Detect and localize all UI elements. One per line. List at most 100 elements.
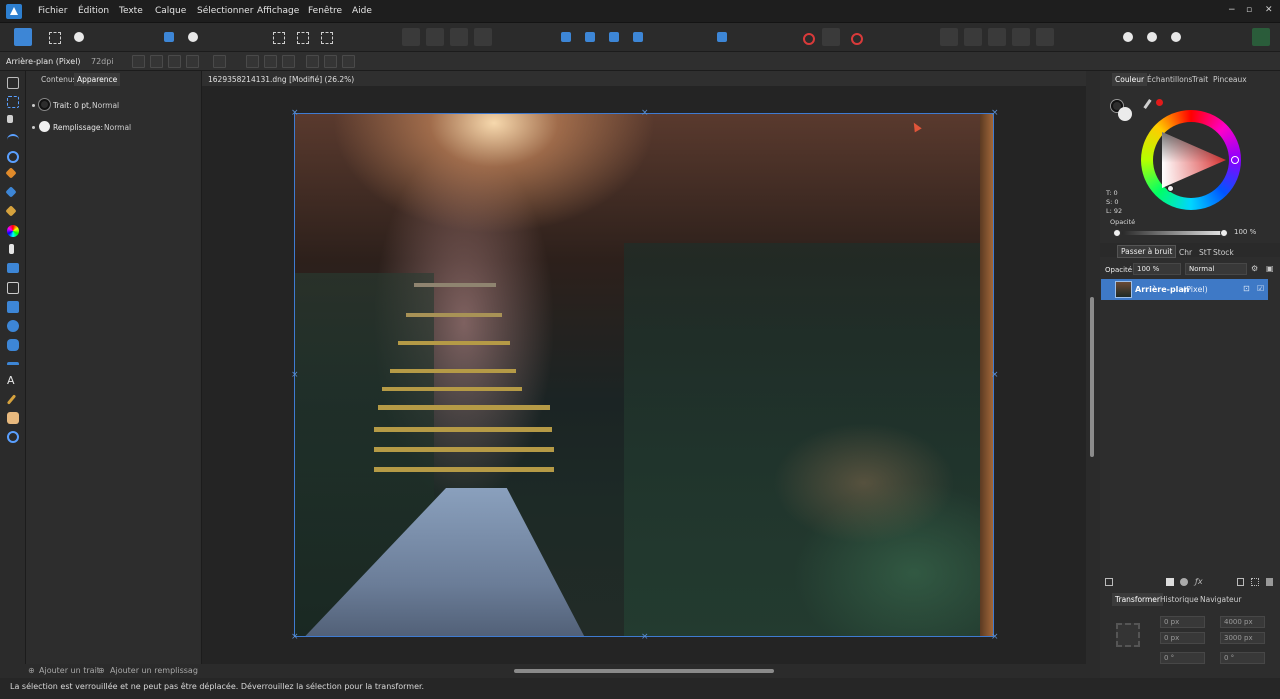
menu-selectionner[interactable]: Sélectionner [197,6,253,16]
handle-top-left[interactable]: × [291,109,299,118]
flip-tool-icon[interactable] [7,362,19,366]
add-fill-icon[interactable]: ⊕ [98,666,105,675]
width-field[interactable]: 4000 px [1220,616,1265,628]
move-tool-icon[interactable] [7,77,19,89]
lock-icon[interactable]: ▣ [1266,264,1274,273]
group-icon[interactable] [1251,578,1259,586]
vertical-scroll-thumb[interactable] [1090,297,1094,457]
shear-field[interactable]: 0 ° [1220,652,1265,664]
select-all-icon[interactable] [269,28,287,46]
snap-icon[interactable] [213,55,226,68]
close-button[interactable]: ✕ [1265,5,1273,15]
marquee-tool-icon[interactable] [7,96,19,108]
menu-fenetre[interactable]: Fenêtre [308,6,342,16]
handle-bottom-left[interactable]: × [291,633,299,642]
adjustment-icon[interactable] [1180,578,1188,586]
crop-tool-icon[interactable] [7,282,19,294]
y-field[interactable]: 0 px [1160,632,1205,644]
photo-persona-icon[interactable] [14,28,32,46]
rectangle-tool-icon[interactable] [7,301,19,313]
align-top-icon[interactable] [306,55,319,68]
tab-transformer[interactable]: Transformer [1112,593,1164,606]
flip-vertical-icon[interactable] [581,28,599,46]
snapping-icon[interactable] [184,28,202,46]
align-right-icon[interactable] [282,55,295,68]
tab-historique[interactable]: Historique [1157,593,1201,606]
menu-affichage[interactable]: Affichage [257,6,299,16]
picked-color-icon[interactable] [1156,99,1163,106]
opacity-slider[interactable] [1122,231,1226,235]
tab-chr[interactable]: Chr [1176,246,1195,259]
zoom-tool-icon[interactable] [7,431,19,443]
height-field[interactable]: 3000 px [1220,632,1265,644]
tab-trait[interactable]: Trait [1189,73,1211,86]
rotate-left-icon[interactable] [605,28,623,46]
handle-top-right[interactable]: × [991,109,999,118]
transform-origin-icon[interactable] [132,55,145,68]
arrange-2-icon[interactable] [964,28,982,46]
stroke-mode[interactable]: Normal [92,101,119,110]
smudge-icon[interactable] [5,205,17,217]
text-tool-icon[interactable]: A [7,375,19,387]
menu-fichier[interactable]: Fichier [38,6,67,16]
hand-tool-icon[interactable] [7,412,19,424]
document-tab[interactable]: 1629358214131.dng [Modifié] (26.2%) [202,71,1086,86]
tab-stock[interactable]: Stock [1210,246,1237,259]
refine-icon[interactable] [1143,28,1161,46]
maximize-button[interactable]: ▫ [1246,5,1252,15]
gear-icon[interactable]: ⚙ [1251,264,1258,273]
blend-mode-select[interactable]: Normal [1185,263,1247,275]
handle-bottom-center[interactable]: × [641,633,649,642]
brush-icon[interactable] [5,186,17,198]
mask-layer-icon[interactable] [1166,578,1174,586]
selection-brush-icon[interactable] [7,151,19,163]
handle-middle-left[interactable]: × [291,371,299,380]
toolbar-disabled-1-icon[interactable] [402,28,420,46]
handle-bottom-right[interactable]: × [991,633,999,642]
x-field[interactable]: 0 px [1160,616,1205,628]
paint-brush-icon[interactable] [5,167,17,179]
opacity-slider-knob[interactable] [1220,229,1228,237]
layer-name[interactable]: Arrière-plan [1135,285,1190,294]
menu-calque[interactable]: Calque [155,6,186,16]
view-mode-icon[interactable] [1167,28,1185,46]
dodge-icon[interactable] [9,244,14,254]
pen-tool-icon[interactable] [7,134,19,146]
opacity-value[interactable]: 100 % [1234,228,1256,236]
layers-stack-icon[interactable] [1105,578,1113,586]
add-stroke-button[interactable]: Ajouter un trait [39,666,100,675]
opacity-slider-start[interactable] [1113,229,1121,237]
deselect-icon[interactable] [293,28,311,46]
new-layer-icon[interactable] [1237,578,1244,586]
gradient-icon[interactable] [7,263,19,273]
align-icon[interactable] [713,28,731,46]
quick-mask-icon[interactable] [1119,28,1137,46]
add-stroke-icon[interactable]: ⊕ [28,666,35,675]
rounded-rect-tool-icon[interactable] [7,339,19,351]
handle-middle-right[interactable]: × [991,371,999,380]
ellipse-tool-icon[interactable] [7,320,19,332]
align-middle-icon[interactable] [324,55,337,68]
arrange-1-icon[interactable] [940,28,958,46]
hue-selector-icon[interactable] [1231,156,1239,164]
assistant-icon[interactable] [160,28,178,46]
fill-color-icon[interactable] [1118,107,1132,121]
handle-top-center[interactable]: × [641,109,649,118]
rotate-right-icon[interactable] [629,28,647,46]
fill-swatch-icon[interactable] [39,121,50,132]
layer-lock-icon[interactable]: ⊡ [1243,284,1250,293]
toolbar-disabled-2-icon[interactable] [426,28,444,46]
fx-icon[interactable]: ƒx [1195,577,1203,586]
horizontal-scroll-thumb[interactable] [514,669,774,673]
affinity-photo-logo[interactable] [6,4,22,19]
grid-icon[interactable] [798,28,816,46]
color-picker-icon[interactable] [7,225,19,237]
mask-icon[interactable] [822,28,840,46]
layer-opacity-field[interactable]: 100 % [1133,263,1181,275]
fill-mode[interactable]: Normal [104,123,131,132]
toolbar-disabled-3-icon[interactable] [450,28,468,46]
arrange-3-icon[interactable] [988,28,1006,46]
tab-apparence[interactable]: Apparence [74,73,121,86]
layer-visibility-icon[interactable]: ☑ [1257,284,1264,293]
tone-selector-icon[interactable] [1167,185,1174,192]
